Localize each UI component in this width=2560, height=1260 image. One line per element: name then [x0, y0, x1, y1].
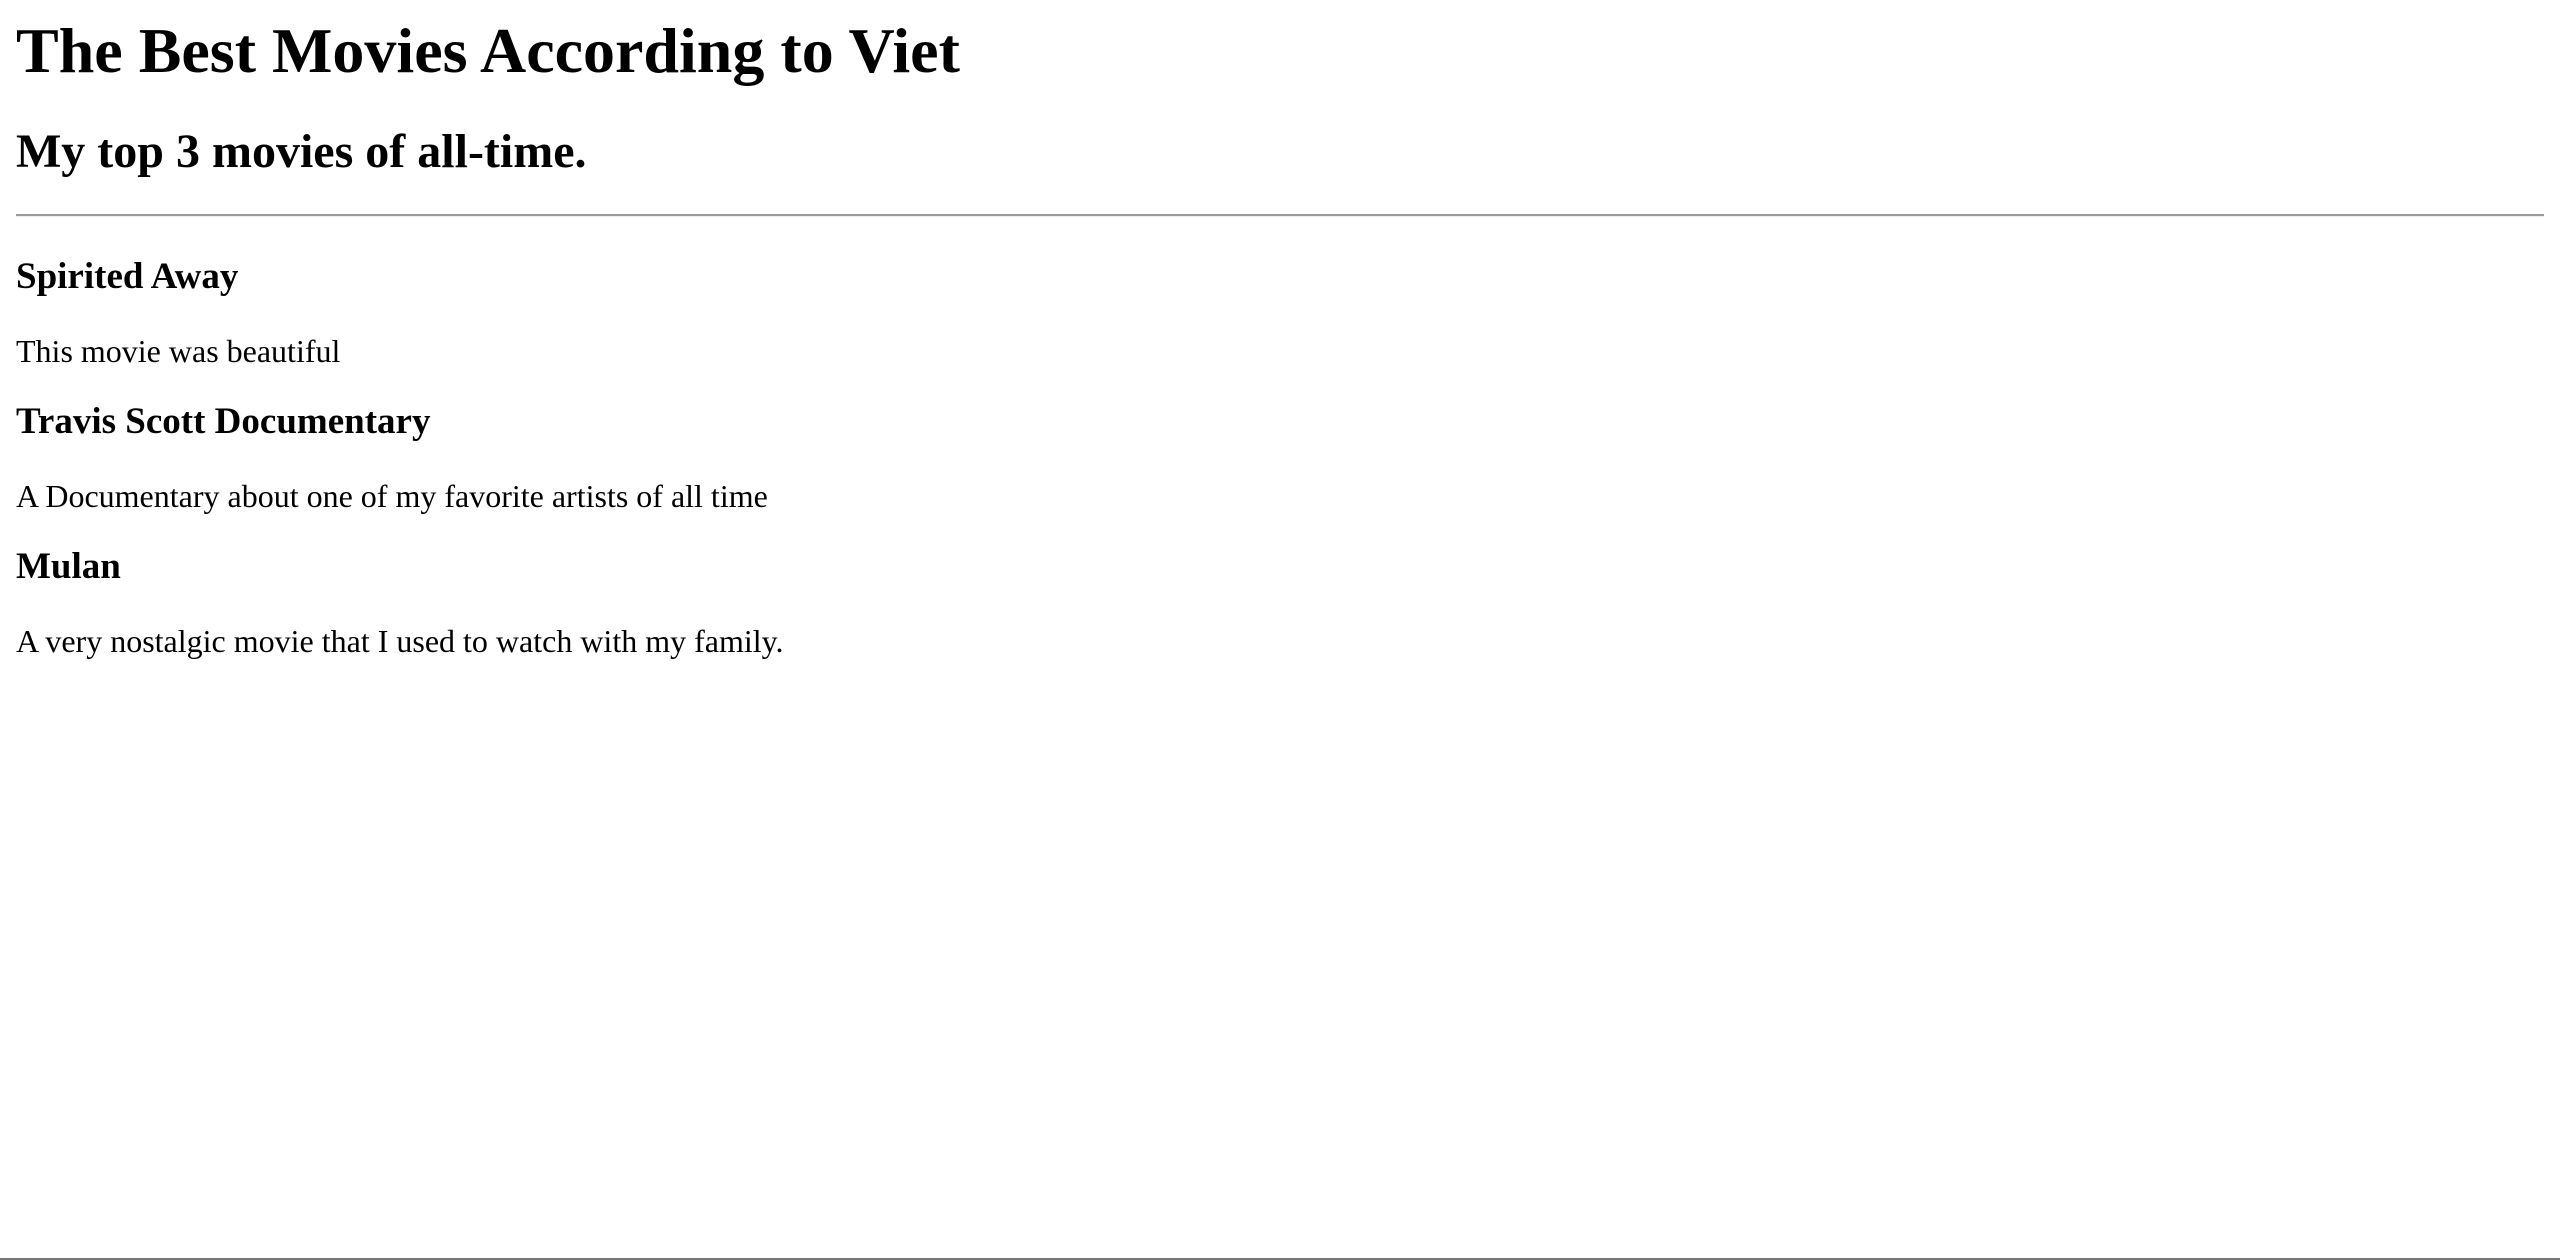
movie-description: A Documentary about one of my favorite a… [16, 478, 768, 514]
movie-description: A very nostalgic movie that I used to wa… [16, 623, 784, 659]
movie-item-spirited-away: Spirited Away This movie was beautiful [16, 255, 2544, 370]
movie-item-travis-scott-documentary: Travis Scott Documentary A Documentary a… [16, 400, 2544, 515]
movie-title: Mulan [16, 546, 121, 587]
page-subtitle: My top 3 movies of all-time. [16, 125, 587, 178]
movie-item-mulan: Mulan A very nostalgic movie that I used… [16, 545, 2544, 660]
page-content: The Best Movies According to Viet My top… [16, 0, 2544, 690]
movie-list: Spirited Away This movie was beautiful T… [16, 255, 2544, 660]
page-title: The Best Movies According to Viet [16, 15, 960, 86]
movie-title: Travis Scott Documentary [16, 401, 431, 442]
movie-description: This movie was beautiful [16, 333, 341, 369]
movie-title: Spirited Away [16, 256, 239, 297]
section-divider [16, 214, 2544, 217]
